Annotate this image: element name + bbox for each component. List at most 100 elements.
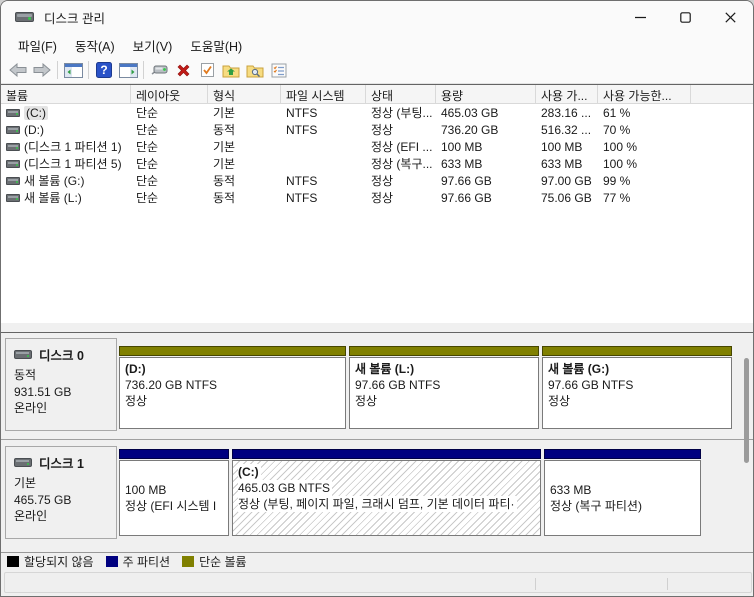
partition-efi[interactable]: 100 MB 정상 (EFI 시스템 I <box>119 441 229 541</box>
table-row[interactable]: (C:) 단순 기본 NTFS 정상 (부팅... 465.03 GB 283.… <box>1 104 753 121</box>
graphical-view-pane: 디스크 0 동적 931.51 GB 온라인 (D:) 736.20 GB NT… <box>1 333 753 552</box>
cell-pct: 61 % <box>603 105 631 120</box>
cell-free: 100 MB <box>541 139 583 154</box>
partition-c-selected[interactable]: (C:) 465.03 GB NTFS 정상 (부팅, 페이지 파일, 크래시 … <box>232 441 541 541</box>
column-header-capacity[interactable]: 용량 <box>436 85 536 103</box>
check-document-button[interactable] <box>195 59 219 81</box>
folder-search-button[interactable] <box>243 59 267 81</box>
cell-fs: NTFS <box>286 190 318 205</box>
partition-d[interactable]: (D:) 736.20 GB NTFS 정상 <box>119 333 346 433</box>
volume-icon <box>6 176 20 185</box>
cell-fs: NTFS <box>286 105 318 120</box>
disk-0-label[interactable]: 디스크 0 동적 931.51 GB 온라인 <box>5 338 117 431</box>
folder-up-button[interactable] <box>219 59 243 81</box>
minimize-button[interactable] <box>618 1 663 33</box>
partition-status: 정상 (복구 파티션) <box>550 499 642 513</box>
column-header-free-space[interactable]: 사용 가... <box>536 85 598 103</box>
delete-volume-button[interactable] <box>171 59 195 81</box>
properties-button[interactable] <box>267 59 291 81</box>
simple-volume-color-bar <box>542 346 732 356</box>
cell-layout: 단순 <box>136 123 159 137</box>
disk-icon <box>14 350 32 359</box>
rescan-disks-icon <box>151 65 167 75</box>
disk-title: 디스크 1 <box>39 457 84 471</box>
cell-capacity: 97.66 GB <box>441 190 492 205</box>
menu-file[interactable]: 파일(F) <box>9 33 66 58</box>
rescan-disks-button[interactable] <box>147 59 171 81</box>
menu-action[interactable]: 동작(A) <box>66 33 124 58</box>
partition-info: 736.20 GB NTFS <box>125 378 218 392</box>
partition-g[interactable]: 새 볼륨 (G:) 97.66 GB NTFS 정상 <box>542 333 732 433</box>
scrollbar-thumb[interactable] <box>744 358 749 463</box>
cell-type: 기본 <box>213 157 236 171</box>
status-separator <box>667 578 668 590</box>
cell-pct: 99 % <box>603 173 631 188</box>
primary-partition-color-bar <box>119 449 229 459</box>
cell-layout: 단순 <box>136 157 159 171</box>
cell-capacity: 736.20 GB <box>441 122 499 137</box>
cell-free: 516.32 ... <box>541 122 592 137</box>
table-row[interactable]: (디스크 1 파티션 5) 단순 기본 정상 (복구... 633 MB 633… <box>1 155 753 172</box>
cell-pct: 100 % <box>603 156 638 171</box>
disk-status: 온라인 <box>14 401 48 415</box>
disk-0-row: 디스크 0 동적 931.51 GB 온라인 (D:) 736.20 GB NT… <box>1 333 753 440</box>
volume-name: 새 볼륨 (L:) <box>24 191 82 205</box>
show-action-pane-button[interactable] <box>116 59 140 81</box>
disk-type: 기본 <box>14 476 37 490</box>
column-header-filesystem[interactable]: 파일 시스템 <box>281 85 366 103</box>
disk-status: 온라인 <box>14 509 48 523</box>
cell-fs: NTFS <box>286 122 318 137</box>
vertical-scrollbar[interactable] <box>744 353 749 533</box>
show-console-tree-button[interactable] <box>61 59 85 81</box>
back-button[interactable] <box>6 59 30 81</box>
volume-icon <box>6 142 20 151</box>
simple-volume-color-bar <box>119 346 346 356</box>
folder-up-icon <box>222 65 240 77</box>
help-button[interactable]: ? <box>92 59 116 81</box>
column-header-empty <box>691 85 753 103</box>
column-header-layout[interactable]: 레이아웃 <box>131 85 208 103</box>
cell-type: 동적 <box>213 123 236 137</box>
disk-1-label[interactable]: 디스크 1 기본 465.75 GB 온라인 <box>5 446 117 539</box>
table-row[interactable]: (디스크 1 파티션 1) 단순 기본 정상 (EFI ... 100 MB 1… <box>1 138 753 155</box>
cell-layout: 단순 <box>136 174 159 188</box>
properties-icon <box>271 63 287 77</box>
cell-type: 기본 <box>213 106 236 120</box>
legend-label: 주 파티션 <box>122 554 171 569</box>
delete-icon <box>177 64 189 76</box>
column-header-status[interactable]: 상태 <box>366 85 436 103</box>
column-header-volume[interactable]: 볼륨 <box>1 85 131 103</box>
primary-partition-swatch <box>105 555 118 567</box>
menu-help[interactable]: 도움말(H) <box>181 33 251 58</box>
volume-name: (디스크 1 파티션 1) <box>24 140 122 154</box>
pane-splitter[interactable] <box>1 323 753 333</box>
table-row[interactable]: 새 볼륨 (G:) 단순 동적 NTFS 정상 97.66 GB 97.00 G… <box>1 172 753 189</box>
menu-view[interactable]: 보기(V) <box>124 33 182 58</box>
close-button[interactable] <box>708 1 753 33</box>
maximize-button[interactable] <box>663 1 708 33</box>
disk-1-row: 디스크 1 기본 465.75 GB 온라인 100 MB 정상 (EFI 시스… <box>1 441 753 546</box>
column-header-type[interactable]: 형식 <box>208 85 281 103</box>
window-title: 디스크 관리 <box>44 11 105 26</box>
forward-button[interactable] <box>30 59 54 81</box>
title-bar: 디스크 관리 <box>1 1 753 33</box>
disk-size: 931.51 GB <box>14 384 72 399</box>
partition-l[interactable]: 새 볼륨 (L:) 97.66 GB NTFS 정상 <box>349 333 539 433</box>
legend-bar: 할당되지 않음 주 파티션 단순 볼륨 <box>1 552 753 569</box>
toolbar: ? <box>1 57 753 84</box>
menu-bar: 파일(F) 동작(A) 보기(V) 도움말(H) <box>1 33 753 57</box>
partition-info: 465.03 GB NTFS <box>238 480 333 496</box>
console-tree-icon <box>63 62 83 78</box>
cell-type: 기본 <box>213 140 236 154</box>
cell-capacity: 97.66 GB <box>441 173 492 188</box>
disk-type: 동적 <box>14 368 37 382</box>
svg-text:?: ? <box>100 63 107 77</box>
partition-status: 정상 (EFI 시스템 I <box>125 499 217 513</box>
partition-status: 정상 (부팅, 페이지 파일, 크래시 덤프, 기본 데이터 파티· <box>238 496 517 512</box>
cell-status: 정상 <box>371 123 394 137</box>
partition-recovery[interactable]: 633 MB 정상 (복구 파티션) <box>544 441 701 541</box>
forward-icon <box>33 63 51 77</box>
table-row[interactable]: 새 볼륨 (L:) 단순 동적 NTFS 정상 97.66 GB 75.06 G… <box>1 189 753 206</box>
column-header-percent-free[interactable]: 사용 가능한... <box>598 85 691 103</box>
table-row[interactable]: (D:) 단순 동적 NTFS 정상 736.20 GB 516.32 ... … <box>1 121 753 138</box>
